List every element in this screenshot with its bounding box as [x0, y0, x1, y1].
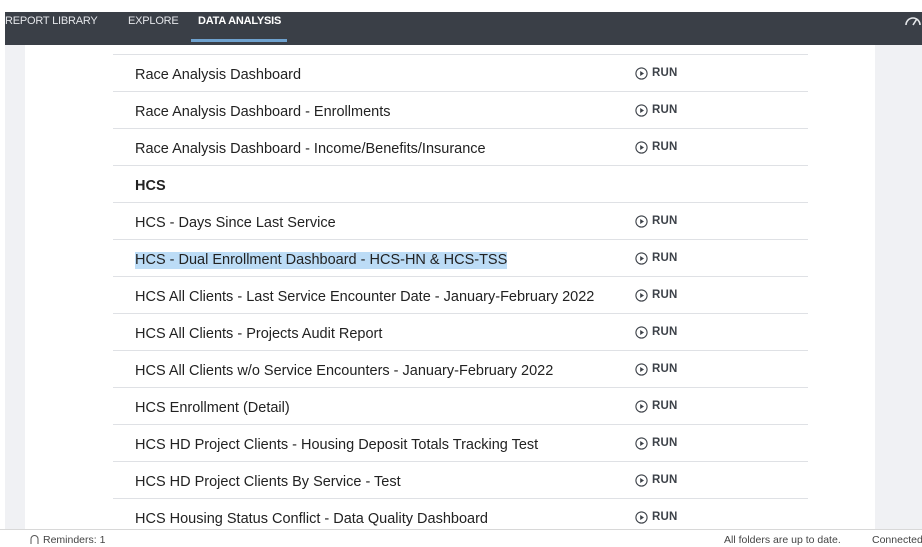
bell-icon [30, 534, 39, 544]
play-circle-icon [635, 510, 648, 524]
run-button[interactable]: RUN [635, 287, 678, 303]
play-circle-icon [635, 214, 648, 228]
report-name[interactable]: HCS All Clients - Last Service Encounter… [135, 289, 594, 306]
report-row[interactable]: HCS HD Project Clients - Housing Deposit… [113, 425, 808, 462]
report-name[interactable]: HCS - Dual Enrollment Dashboard - HCS-HN… [135, 252, 508, 269]
report-row[interactable]: Race Analysis Dashboard - Income/Benefit… [113, 129, 808, 166]
tab-explore[interactable]: EXPLORE [128, 15, 179, 27]
run-button[interactable]: RUN [635, 361, 678, 377]
report-row[interactable]: Race Analysis Dashboard RUN [113, 55, 808, 92]
report-name[interactable]: HCS All Clients w/o Service Encounters -… [135, 363, 553, 380]
top-navbar: REPORT LIBRARY EXPLORE DATA ANALYSIS [5, 12, 922, 45]
active-tab-indicator [191, 39, 287, 42]
run-button[interactable]: RUN [635, 102, 678, 118]
dashboard-gauge-icon[interactable] [904, 12, 922, 30]
run-label: RUN [652, 326, 678, 338]
tab-data-analysis[interactable]: DATA ANALYSIS [198, 15, 281, 27]
play-circle-icon [635, 436, 648, 450]
run-label: RUN [652, 67, 678, 79]
report-row[interactable]: HCS - Days Since Last Service RUN [113, 203, 808, 240]
report-name[interactable]: Race Analysis Dashboard - Income/Benefit… [135, 141, 486, 158]
run-label: RUN [652, 104, 678, 116]
section-header-row: HCS [113, 166, 808, 203]
report-name[interactable]: HCS HD Project Clients By Service - Test [135, 474, 401, 491]
run-label: RUN [652, 252, 678, 264]
play-circle-icon [635, 325, 648, 339]
status-bar: Reminders: 1 All folders are up to date.… [0, 529, 922, 547]
run-label: RUN [652, 400, 678, 412]
run-label: RUN [652, 363, 678, 375]
report-row[interactable]: HCS All Clients - Last Service Encounter… [113, 277, 808, 314]
run-button[interactable]: RUN [635, 509, 678, 525]
run-button[interactable]: RUN [635, 398, 678, 414]
report-row[interactable]: HCS - Dual Enrollment Dashboard - HCS-HN… [113, 240, 808, 277]
report-name[interactable]: HCS - Days Since Last Service [135, 215, 336, 232]
window-top-strip [0, 0, 922, 12]
play-circle-icon [635, 399, 648, 413]
play-circle-icon [635, 103, 648, 117]
run-button[interactable]: RUN [635, 472, 678, 488]
run-button[interactable]: RUN [635, 213, 678, 229]
report-name[interactable]: Race Analysis Dashboard - Enrollments [135, 104, 390, 121]
report-row[interactable]: HCS HD Project Clients By Service - Test… [113, 462, 808, 499]
report-name[interactable]: Race Analysis Dashboard [135, 67, 301, 84]
report-panel: Race Analysis Dashboard RUN Race Analysis … [25, 45, 875, 529]
section-header-label[interactable]: HCS [135, 178, 166, 195]
run-label: RUN [652, 511, 678, 523]
report-name[interactable]: HCS Housing Status Conflict - Data Quali… [135, 511, 488, 528]
report-name[interactable]: HCS HD Project Clients - Housing Deposit… [135, 437, 538, 454]
run-label: RUN [652, 215, 678, 227]
report-row[interactable]: HCS Enrollment (Detail) RUN [113, 388, 808, 425]
play-circle-icon [635, 288, 648, 302]
reminders-indicator[interactable]: Reminders: 1 [30, 534, 105, 546]
report-row[interactable]: Race Analysis Dashboard - Enrollments RUN [113, 92, 808, 129]
play-circle-icon [635, 66, 648, 80]
play-circle-icon [635, 251, 648, 265]
report-row[interactable]: HCS Housing Status Conflict - Data Quali… [113, 499, 808, 529]
report-row[interactable]: HCS All Clients - Projects Audit Report R… [113, 314, 808, 351]
connection-status: Connected [872, 534, 922, 546]
folders-status: All folders are up to date. [724, 534, 841, 546]
report-name[interactable]: HCS Enrollment (Detail) [135, 400, 290, 417]
main-content: Race Analysis Dashboard RUN Race Analysis … [5, 45, 922, 529]
run-label: RUN [652, 474, 678, 486]
run-label: RUN [652, 141, 678, 153]
reminders-label: Reminders: 1 [43, 534, 106, 546]
report-row[interactable]: HCS All Clients w/o Service Encounters -… [113, 351, 808, 388]
run-label: RUN [652, 437, 678, 449]
play-circle-icon [635, 362, 648, 376]
play-circle-icon [635, 140, 648, 154]
run-button[interactable]: RUN [635, 65, 678, 81]
report-list: Race Analysis Dashboard RUN Race Analysis … [113, 54, 808, 529]
play-circle-icon [635, 473, 648, 487]
report-name[interactable]: HCS All Clients - Projects Audit Report [135, 326, 382, 343]
run-button[interactable]: RUN [635, 139, 678, 155]
run-label: RUN [652, 289, 678, 301]
run-button[interactable]: RUN [635, 324, 678, 340]
run-button[interactable]: RUN [635, 250, 678, 266]
run-button[interactable]: RUN [635, 435, 678, 451]
tab-report-library[interactable]: REPORT LIBRARY [5, 15, 98, 27]
